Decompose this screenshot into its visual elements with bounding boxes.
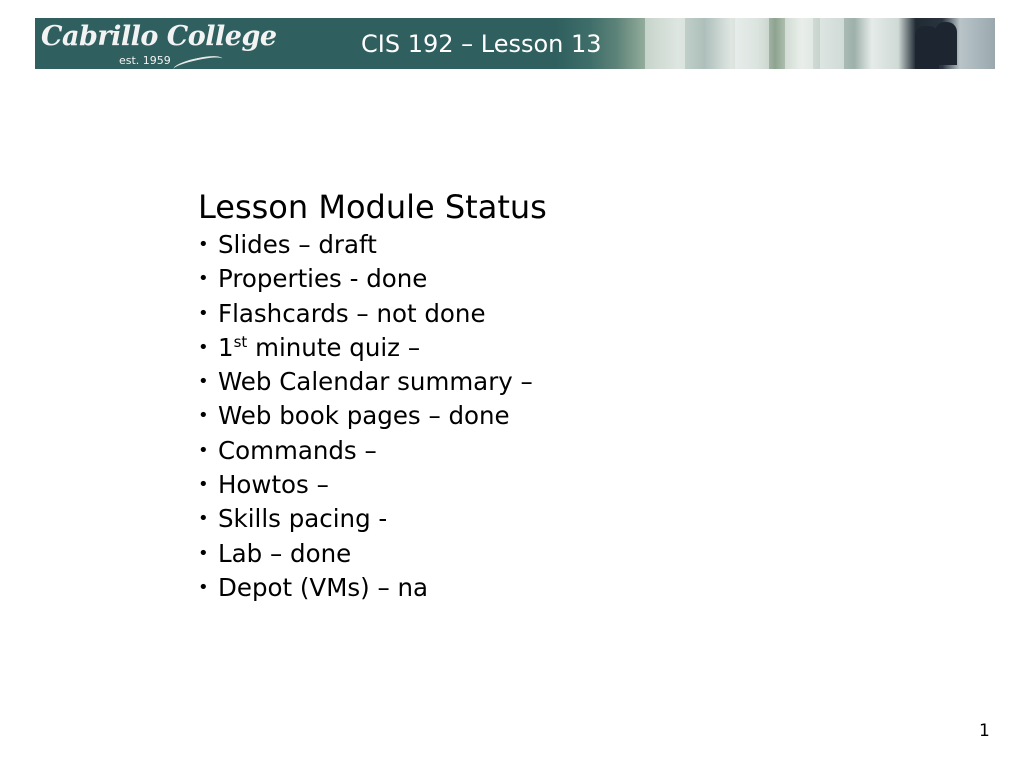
item-label: Flashcards – not done	[218, 298, 486, 328]
list-item: • Skills pacing -	[198, 502, 547, 536]
slide-content: Lesson Module Status • Slides – draft • Pr…	[198, 186, 547, 605]
logo-established: est. 1959	[119, 54, 171, 67]
college-logo: Cabrillo College	[41, 21, 277, 52]
bullet-icon: •	[198, 542, 209, 564]
list-item: • Depot (VMs) – na	[198, 571, 547, 605]
list-item: • 1st minute quiz –	[198, 331, 547, 365]
logo-swoosh	[172, 52, 224, 69]
bullet-icon: •	[198, 508, 209, 530]
bullet-icon: •	[198, 371, 209, 393]
item-label: Slides – draft	[218, 230, 377, 259]
item-label: minute quiz –	[247, 332, 421, 362]
item-label: Skills pacing -	[218, 504, 388, 534]
list-item: • Howtos –	[198, 468, 547, 502]
banner-photo	[555, 18, 995, 69]
bullet-icon: •	[198, 336, 209, 358]
item-label: Properties - done	[218, 264, 428, 294]
item-label: Howtos –	[218, 470, 329, 500]
course-title: CIS 192 – Lesson 13	[361, 30, 602, 58]
bullet-icon: •	[198, 439, 209, 461]
item-prefix: 1	[218, 332, 234, 362]
header-banner: Cabrillo College est. 1959 CIS 192 – Les…	[35, 18, 995, 69]
item-label: Lab – done	[218, 538, 352, 568]
bullet-icon: •	[198, 302, 209, 324]
list-item: • Slides – draft	[198, 228, 547, 262]
bullet-icon: •	[198, 234, 209, 255]
item-superscript: st	[233, 332, 248, 351]
bullet-icon: •	[198, 576, 209, 598]
list-item: • Flashcards – not done	[198, 297, 547, 331]
bullet-icon: •	[198, 474, 209, 496]
list-item: • Web Calendar summary –	[198, 365, 547, 399]
bullet-icon: •	[198, 268, 209, 290]
list-item: • Properties - done	[198, 262, 547, 296]
list-item: • Web book pages – done	[198, 399, 547, 433]
item-label: Commands –	[218, 435, 377, 465]
item-label: Depot (VMs) – na	[218, 572, 429, 602]
item-label: Web book pages – done	[218, 401, 510, 431]
item-label: Web Calendar summary –	[218, 367, 533, 397]
bullet-icon: •	[198, 405, 209, 427]
page-number: 1	[979, 721, 990, 741]
status-list: • Slides – draft • Properties - done • Flas…	[198, 228, 547, 605]
list-item: • Commands –	[198, 434, 547, 468]
list-item: • Lab – done	[198, 537, 547, 571]
slide-heading: Lesson Module Status	[198, 188, 547, 226]
